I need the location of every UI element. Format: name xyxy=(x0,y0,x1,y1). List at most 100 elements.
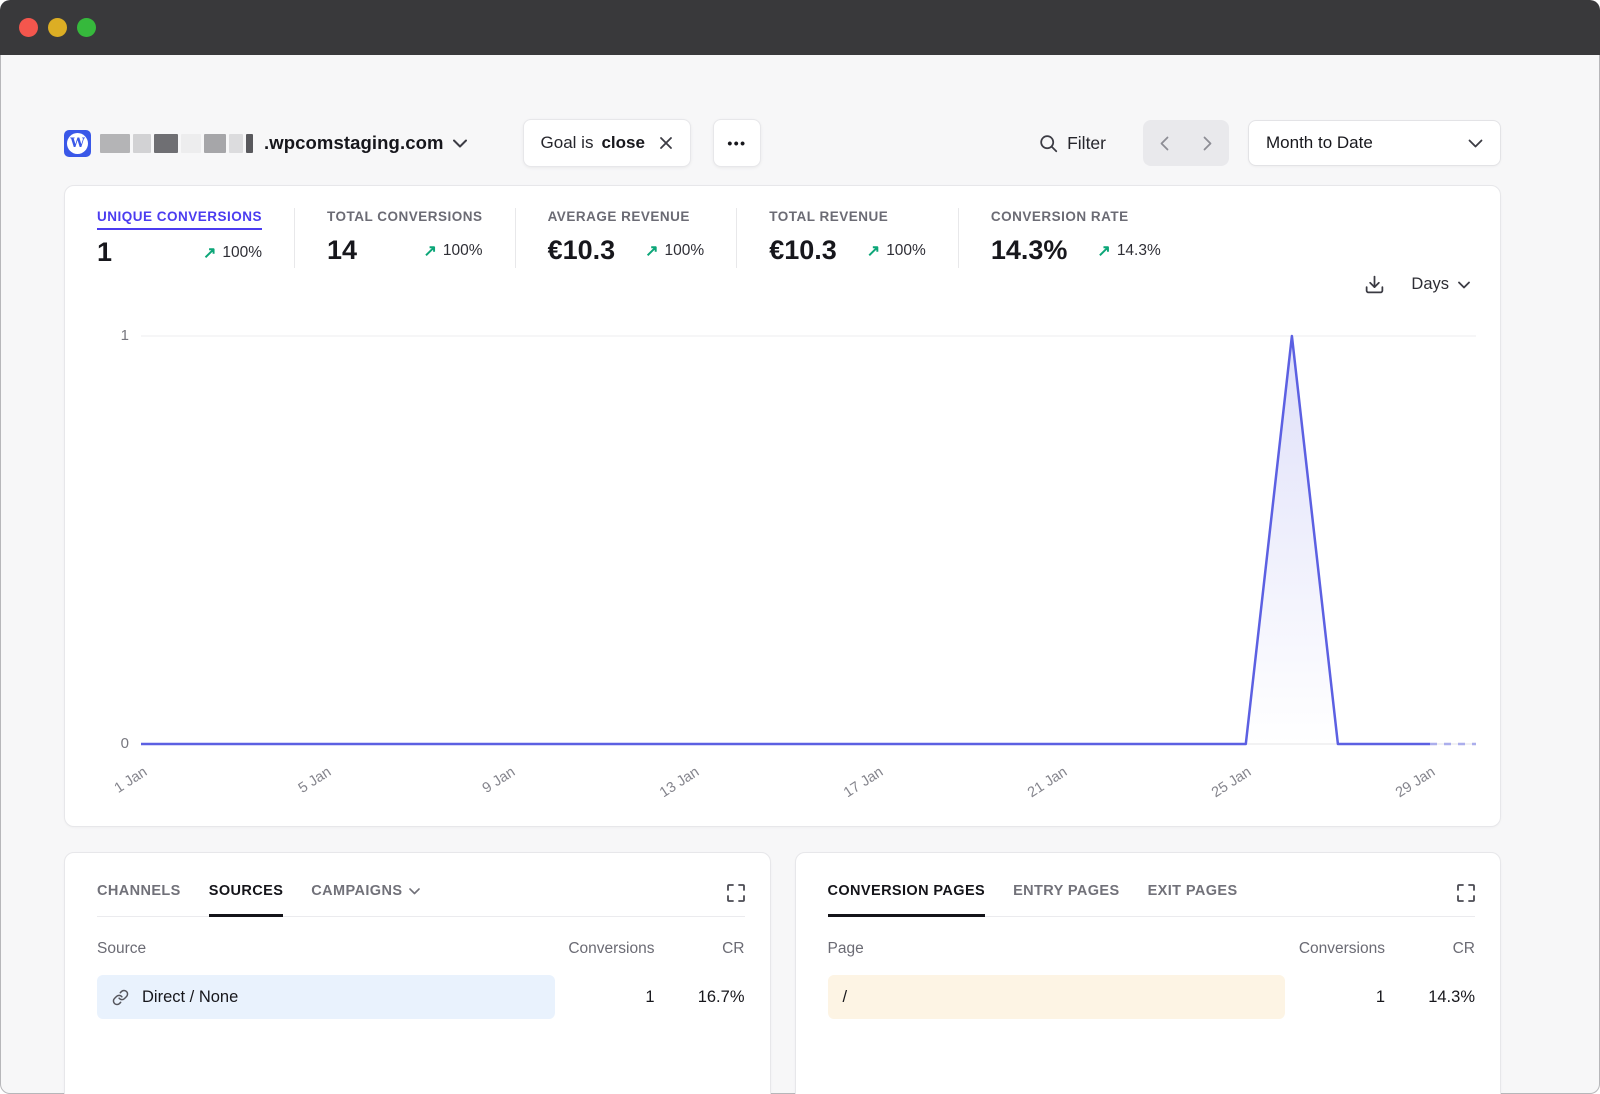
series-line xyxy=(141,336,1430,744)
tab-exit-pages[interactable]: EXIT PAGES xyxy=(1148,883,1238,917)
trend-up-icon: ↗ xyxy=(867,241,880,261)
metric-summary-row: UNIQUE CONVERSIONS 1 ↗100% TOTAL CONVERS… xyxy=(97,208,1468,268)
metric-conversion-rate[interactable]: CONVERSION RATE 14.3% ↗14.3% xyxy=(958,208,1193,268)
source-cr: 16.7% xyxy=(655,988,745,1007)
date-range-select[interactable]: Month to Date xyxy=(1248,120,1501,166)
trend-up-icon: ↗ xyxy=(203,243,216,263)
page-row-root[interactable]: / xyxy=(828,975,1286,1019)
column-cr: CR xyxy=(1385,940,1475,958)
link-icon xyxy=(112,989,129,1006)
download-icon[interactable] xyxy=(1364,274,1385,295)
metric-label: TOTAL REVENUE xyxy=(769,209,888,228)
conversions-chart-card: UNIQUE CONVERSIONS 1 ↗100% TOTAL CONVERS… xyxy=(64,185,1501,827)
metric-label: AVERAGE REVENUE xyxy=(548,209,690,228)
redacted-site-name xyxy=(100,134,253,153)
chevron-down-icon xyxy=(409,888,420,895)
close-icon[interactable] xyxy=(659,136,673,150)
site-selector[interactable]: W .wpcomstaging.com xyxy=(64,130,467,157)
x-tick-label: 25 Jan xyxy=(1209,764,1254,801)
source-conversions: 1 xyxy=(555,988,655,1007)
source-name: Direct / None xyxy=(142,988,238,1007)
chevron-down-icon xyxy=(1458,281,1470,289)
more-options-button[interactable]: ••• xyxy=(713,119,761,167)
trend-up-icon: ↗ xyxy=(424,241,437,261)
x-tick-label: 17 Jan xyxy=(841,764,886,801)
y-tick-label: 1 xyxy=(121,327,129,344)
metric-total-revenue[interactable]: TOTAL REVENUE €10.3 ↗100% xyxy=(736,208,958,268)
column-conversions: Conversions xyxy=(1285,940,1385,958)
filter-label: Filter xyxy=(1067,133,1106,154)
pages-panel: CONVERSION PAGES ENTRY PAGES EXIT PAGES … xyxy=(795,852,1502,1094)
x-tick-label: 21 Jan xyxy=(1025,764,1070,801)
tab-conversion-pages[interactable]: CONVERSION PAGES xyxy=(828,883,986,917)
x-tick-label: 9 Jan xyxy=(480,764,518,797)
zoom-window-button[interactable] xyxy=(77,18,96,37)
close-window-button[interactable] xyxy=(19,18,38,37)
chevron-down-icon xyxy=(453,139,467,148)
metric-change: ↗14.3% xyxy=(1097,241,1160,261)
metric-change: ↗100% xyxy=(424,241,483,261)
dashboard-content: W .wpcomstaging.com Goal is close ••• xyxy=(0,55,1600,1094)
goal-filter-prefix: Goal is xyxy=(541,133,594,153)
table-row: / 1 14.3% xyxy=(828,975,1476,1019)
date-range-value: Month to Date xyxy=(1266,133,1373,153)
interval-select[interactable]: Days xyxy=(1411,275,1470,294)
metric-change: ↗100% xyxy=(645,241,704,261)
page-cr: 14.3% xyxy=(1385,988,1475,1007)
x-tick-label: 13 Jan xyxy=(657,764,702,801)
column-page: Page xyxy=(828,940,1286,958)
metric-change: ↗100% xyxy=(203,243,262,263)
previous-period-button[interactable] xyxy=(1143,120,1186,166)
tab-entry-pages[interactable]: ENTRY PAGES xyxy=(1013,883,1119,917)
x-tick-label: 1 Jan xyxy=(111,764,149,797)
pages-panel-tabs: CONVERSION PAGES ENTRY PAGES EXIT PAGES xyxy=(828,883,1476,917)
page-name: / xyxy=(843,988,848,1007)
sources-table-header: Source Conversions CR xyxy=(97,940,745,958)
pages-table-header: Page Conversions CR xyxy=(828,940,1476,958)
chart-y-axis: 01 xyxy=(97,332,133,748)
date-pager xyxy=(1143,120,1229,166)
tab-campaigns[interactable]: CAMPAIGNS xyxy=(311,883,420,917)
chevron-down-icon xyxy=(1468,139,1483,148)
trend-up-icon: ↗ xyxy=(645,241,658,261)
filter-button[interactable]: Filter xyxy=(1039,133,1106,154)
column-source: Source xyxy=(97,940,555,958)
next-period-button[interactable] xyxy=(1186,120,1229,166)
metric-unique-conversions[interactable]: UNIQUE CONVERSIONS 1 ↗100% xyxy=(97,208,294,268)
x-tick-label: 29 Jan xyxy=(1393,764,1438,801)
tab-sources[interactable]: SOURCES xyxy=(209,883,284,917)
metric-value: 14 xyxy=(327,235,357,266)
expand-icon[interactable] xyxy=(1457,884,1475,916)
metric-value: €10.3 xyxy=(548,235,616,266)
chart-svg[interactable] xyxy=(141,332,1476,748)
goal-filter-chip[interactable]: Goal is close xyxy=(523,119,691,167)
chart-tools: Days xyxy=(1364,274,1470,295)
metric-value: €10.3 xyxy=(769,235,837,266)
tab-channels[interactable]: CHANNELS xyxy=(97,883,181,917)
x-tick-label: 5 Jan xyxy=(295,764,333,797)
sources-panel-tabs: CHANNELS SOURCES CAMPAIGNS xyxy=(97,883,745,917)
expand-icon[interactable] xyxy=(727,884,745,916)
metric-total-conversions[interactable]: TOTAL CONVERSIONS 14 ↗100% xyxy=(294,208,515,268)
sources-panel: CHANNELS SOURCES CAMPAIGNS Source Conver… xyxy=(64,852,771,1094)
conversions-chart[interactable]: 01 xyxy=(97,332,1476,810)
metric-value: 14.3% xyxy=(991,235,1068,266)
chart-plot-area[interactable] xyxy=(141,332,1476,748)
y-tick-label: 0 xyxy=(121,735,129,752)
page-conversions: 1 xyxy=(1285,988,1385,1007)
search-icon xyxy=(1039,134,1058,153)
column-conversions: Conversions xyxy=(555,940,655,958)
metric-value: 1 xyxy=(97,237,112,268)
metric-label: UNIQUE CONVERSIONS xyxy=(97,209,262,230)
chart-x-axis: 1 Jan5 Jan9 Jan13 Jan17 Jan21 Jan25 Jan2… xyxy=(141,748,1476,810)
metric-label: CONVERSION RATE xyxy=(991,209,1129,228)
window-titlebar xyxy=(0,0,1600,55)
trend-up-icon: ↗ xyxy=(1097,241,1110,261)
minimize-window-button[interactable] xyxy=(48,18,67,37)
metric-average-revenue[interactable]: AVERAGE REVENUE €10.3 ↗100% xyxy=(515,208,737,268)
source-row-direct-none[interactable]: Direct / None xyxy=(97,975,555,1019)
wordpress-icon: W xyxy=(64,130,91,157)
column-cr: CR xyxy=(655,940,745,958)
bottom-panels: CHANNELS SOURCES CAMPAIGNS Source Conver… xyxy=(64,852,1501,1094)
site-domain: .wpcomstaging.com xyxy=(264,132,444,154)
